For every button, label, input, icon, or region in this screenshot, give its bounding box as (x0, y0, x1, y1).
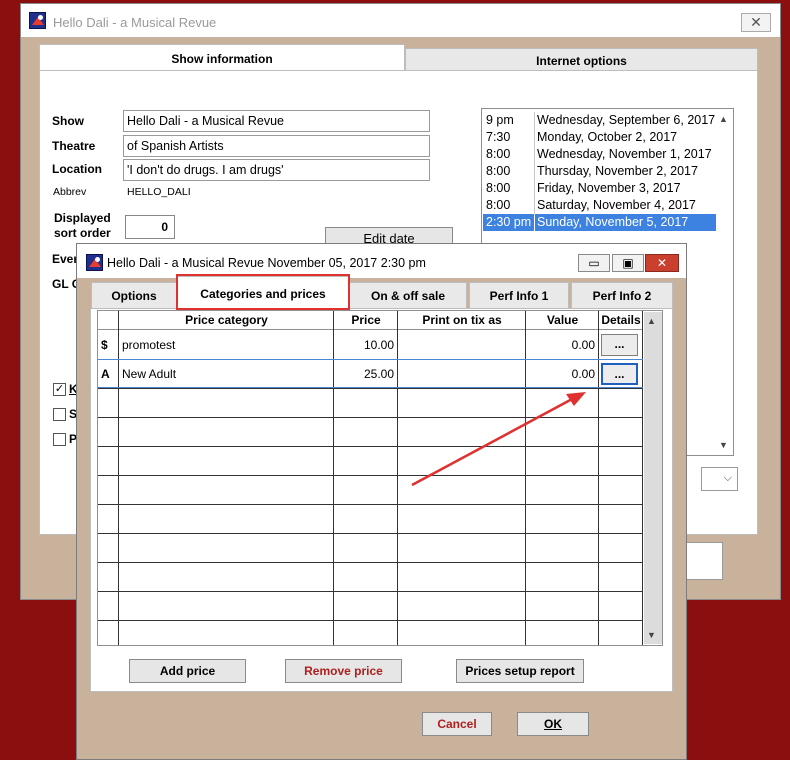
remove-price-button[interactable]: Remove price (285, 659, 402, 683)
row-marker: $ (101, 338, 108, 352)
dropdown-select[interactable]: ⌵ (701, 467, 738, 491)
performance-row[interactable]: 8:00 Wednesday, November 1, 2017 (483, 146, 716, 163)
performance-row-selected[interactable]: 2:30 pm Sunday, November 5, 2017 (483, 214, 716, 231)
details-button[interactable]: ... (601, 334, 638, 356)
tab-perf-info-2[interactable]: Perf Info 2 (571, 282, 673, 309)
details-button-focused[interactable]: ... (601, 363, 638, 385)
column-header-price[interactable]: Price (334, 311, 398, 330)
close-icon[interactable]: ✕ (741, 13, 771, 32)
tab-internet-options[interactable]: Internet options (405, 48, 758, 72)
dialog-titlebar: Hello Dali - a Musical Revue November 05… (77, 244, 686, 278)
sort-order-label-line2: sort order (54, 226, 111, 240)
checkmark-icon: ✓ (54, 383, 65, 395)
performance-dialog: Hello Dali - a Musical Revue November 05… (76, 243, 687, 760)
app-icon (86, 254, 103, 271)
price-grid[interactable]: Price category Price Print on tix as Val… (97, 310, 663, 646)
tab-categories-and-prices[interactable]: Categories and prices (177, 276, 349, 310)
theatre-label: Theatre (52, 139, 96, 153)
checkbox-k[interactable]: ✓ (53, 383, 66, 396)
close-icon[interactable]: ✕ (645, 254, 679, 272)
performance-row[interactable]: 8:00 Thursday, November 2, 2017 (483, 163, 716, 180)
column-header-marker (98, 311, 119, 330)
performance-row[interactable]: 8:00 Friday, November 3, 2017 (483, 180, 716, 197)
app-icon (29, 12, 46, 29)
price-category-cell[interactable]: New Adult (122, 367, 176, 381)
theatre-input[interactable]: of Spanish Artists (123, 135, 430, 157)
price-grid-scrollbar[interactable]: ▲ ▼ (644, 312, 662, 644)
scroll-up-icon[interactable]: ▲ (719, 114, 728, 124)
tab-perf-info-1[interactable]: Perf Info 1 (469, 282, 569, 309)
maximize-icon[interactable]: ▣ (612, 254, 644, 272)
performance-list-scrollbar[interactable]: ▲ ▼ (716, 110, 732, 454)
show-input[interactable]: Hello Dali - a Musical Revue (123, 110, 430, 132)
show-window-title: Hello Dali - a Musical Revue (53, 15, 217, 30)
price-cell[interactable]: 10.00 (334, 338, 394, 352)
cancel-button[interactable]: Cancel (422, 712, 492, 736)
checkbox-s[interactable] (53, 408, 66, 421)
partial-button[interactable] (681, 542, 723, 580)
price-category-cell[interactable]: promotest (122, 338, 175, 352)
column-header-price-category[interactable]: Price category (119, 311, 334, 330)
tab-show-information[interactable]: Show information (39, 44, 405, 72)
column-header-details[interactable]: Details (599, 311, 643, 330)
ok-button[interactable]: OK (517, 712, 589, 736)
show-window-titlebar: Hello Dali - a Musical Revue ✕ (21, 4, 780, 37)
value-cell[interactable]: 0.00 (526, 367, 595, 381)
tab-options[interactable]: Options (91, 282, 177, 309)
scroll-down-icon[interactable]: ▼ (647, 630, 656, 640)
column-header-value[interactable]: Value (526, 311, 599, 330)
dialog-title: Hello Dali - a Musical Revue November 05… (107, 256, 426, 270)
sort-order-input[interactable]: 0 (125, 215, 175, 239)
add-price-button[interactable]: Add price (129, 659, 246, 683)
price-cell[interactable]: 25.00 (334, 367, 394, 381)
show-label: Show (52, 114, 84, 128)
prices-setup-report-button[interactable]: Prices setup report (456, 659, 584, 683)
minimize-icon[interactable]: ▭ (578, 254, 610, 272)
sort-order-label-line1: Displayed (54, 211, 111, 225)
performance-row[interactable]: 7:30 Monday, October 2, 2017 (483, 129, 716, 146)
row-marker: A (101, 367, 110, 381)
abbrev-label: Abbrev (53, 186, 87, 198)
performance-row[interactable]: 8:00 Saturday, November 4, 2017 (483, 197, 716, 214)
chevron-down-icon: ⌵ (723, 472, 732, 484)
location-label: Location (52, 162, 102, 176)
checkbox-p[interactable] (53, 433, 66, 446)
value-cell[interactable]: 0.00 (526, 338, 595, 352)
scroll-up-icon[interactable]: ▲ (647, 316, 656, 326)
performance-row[interactable]: 9 pm Wednesday, September 6, 2017 (483, 112, 716, 129)
column-header-print-on-tix[interactable]: Print on tix as (398, 311, 526, 330)
location-input[interactable]: 'I don't do drugs. I am drugs' (123, 159, 430, 181)
abbrev-value: HELLO_DALI (127, 186, 191, 198)
tab-on-off-sale[interactable]: On & off sale (349, 282, 467, 309)
scroll-down-icon[interactable]: ▼ (719, 440, 728, 450)
